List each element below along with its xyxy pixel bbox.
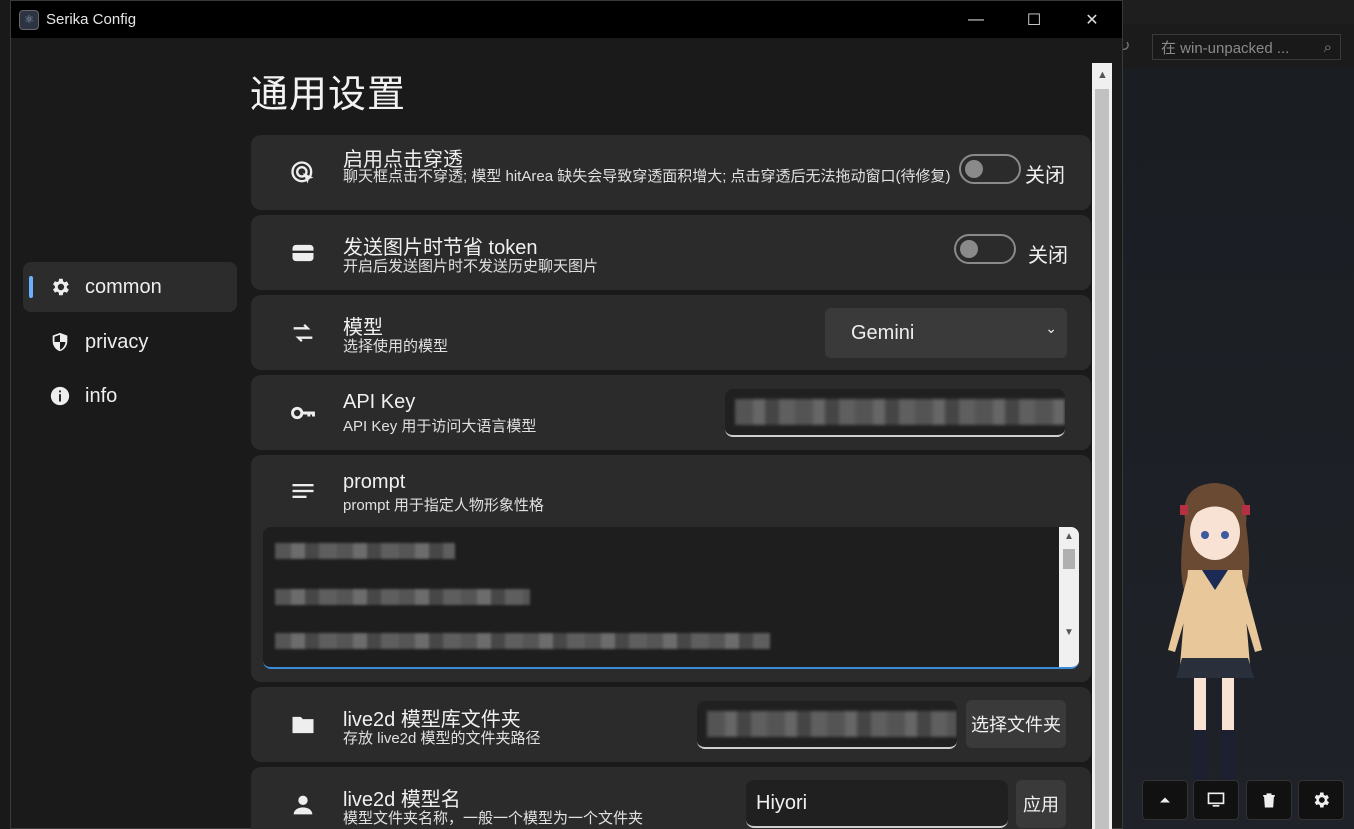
gear-icon [53,278,69,296]
sidebar-item-label: info [85,384,118,407]
page-title: 通用设置 [250,74,407,116]
redacted-text-line [275,543,455,559]
setting-description: 存放 live2d 模型的文件夹路径 [343,730,541,747]
redacted-text-line [275,589,530,605]
chevron-down-icon: ⌄ [1045,320,1057,336]
scroll-up-icon[interactable]: ▲ [1064,531,1074,542]
swap-icon [293,324,313,342]
redacted-text-line [275,633,770,649]
background-search-input[interactable]: 在 win-unpacked ... ⌕ [1152,34,1341,60]
sidebar-item-label: privacy [85,330,149,353]
live2d-folder-input[interactable] [697,701,957,749]
scrollbar-thumb[interactable] [1095,89,1109,829]
active-indicator [29,276,33,298]
api-key-input[interactable] [725,389,1065,437]
window-title: Serika Config [46,11,137,28]
setting-description: prompt 用于指定人物形象性格 [343,497,544,514]
search-placeholder: 在 win-unpacked ... [1161,39,1290,57]
setting-title: API Key [343,391,416,413]
shield-icon [52,332,68,352]
search-icon: ⌕ [1323,38,1332,56]
folder-icon [292,716,314,734]
model-name-value: Hiyori [756,791,808,814]
setting-save-token: 发送图片时节省 token 开启后发送图片时不发送历史聊天图片 关闭 [251,215,1091,290]
choose-folder-button[interactable]: 选择文件夹 [966,700,1066,748]
background-window-edge [0,0,10,829]
maximize-button[interactable]: ☐ [1005,1,1063,38]
setting-description: 模型文件夹名称，一般一个模型为一个文件夹 [343,810,644,827]
close-button[interactable]: ✕ [1063,1,1121,38]
background-titlebar [1123,0,1354,24]
setting-live2d-folder: live2d 模型库文件夹 存放 live2d 模型的文件夹路径 选择文件夹 [251,687,1091,762]
sidebar-item-common[interactable]: common [23,262,237,312]
click-through-toggle[interactable] [959,154,1021,184]
display-button[interactable] [1193,780,1239,820]
click-through-icon [291,161,314,184]
setting-description: 开启后发送图片时不发送历史聊天图片 [343,258,599,275]
info-icon [50,386,70,406]
save-token-toggle[interactable] [954,234,1016,264]
redacted-value [707,711,957,737]
notes-icon [292,484,314,498]
title-bar[interactable]: ⚛ Serika Config — ☐ ✕ [11,1,1122,38]
monitor-icon [1207,792,1225,807]
settings-button[interactable] [1298,780,1344,820]
textarea-scrollbar[interactable]: ▲ ▼ [1059,527,1079,667]
toggle-state-label: 关闭 [1028,245,1068,267]
person-icon [293,795,313,815]
sidebar-item-info[interactable]: info [23,371,237,421]
toggle-state-label: 关闭 [1025,165,1065,187]
toggle-knob [965,160,983,178]
redacted-value [735,399,1065,425]
live2d-character[interactable] [1150,480,1280,790]
triangle-up-icon [1160,797,1170,803]
prompt-textarea[interactable]: ▲ ▼ [263,527,1079,669]
setting-model: 模型 选择使用的模型 Gemini ⌄ [251,295,1091,370]
minimize-button[interactable]: — [947,1,1005,38]
setting-title: prompt [343,471,406,493]
config-window: ⚛ Serika Config — ☐ ✕ common privacy inf… [10,0,1123,829]
scroll-down-icon[interactable]: ▼ [1064,627,1074,638]
sidebar-item-label: common [85,275,162,298]
trash-icon [1263,793,1275,808]
model-select-value: Gemini [851,321,915,344]
apply-button[interactable]: 应用 [1016,780,1066,828]
toggle-knob [960,240,978,258]
setting-click-through: 启用点击穿透 聊天框点击不穿透; 模型 hitArea 缺失会导致穿透面积增大;… [251,135,1091,210]
collapse-up-button[interactable] [1142,780,1188,820]
key-icon [291,406,315,420]
setting-prompt: prompt prompt 用于指定人物形象性格 ▲ ▼ [251,455,1091,682]
scroll-up-icon[interactable]: ▲ [1097,69,1108,81]
setting-description: 聊天框点击不穿透; 模型 hitArea 缺失会导致穿透面积增大; 点击穿透后无… [343,168,951,185]
delete-button[interactable] [1246,780,1292,820]
page-scrollbar[interactable]: ▲ [1092,63,1112,829]
setting-description: API Key 用于访问大语言模型 [343,418,537,435]
gear-icon [1314,792,1329,808]
wallet-icon [292,244,314,262]
setting-description: 选择使用的模型 [343,338,449,355]
scrollbar-thumb[interactable] [1063,549,1075,569]
setting-api-key: API Key API Key 用于访问大语言模型 [251,375,1091,450]
model-select[interactable]: Gemini ⌄ [825,308,1067,358]
sidebar-item-privacy[interactable]: privacy [23,317,237,367]
live2d-model-name-input[interactable]: Hiyori [746,780,1008,828]
app-icon: ⚛ [19,9,39,30]
setting-live2d-model-name: live2d 模型名 模型文件夹名称，一般一个模型为一个文件夹 Hiyori 应… [251,767,1091,829]
